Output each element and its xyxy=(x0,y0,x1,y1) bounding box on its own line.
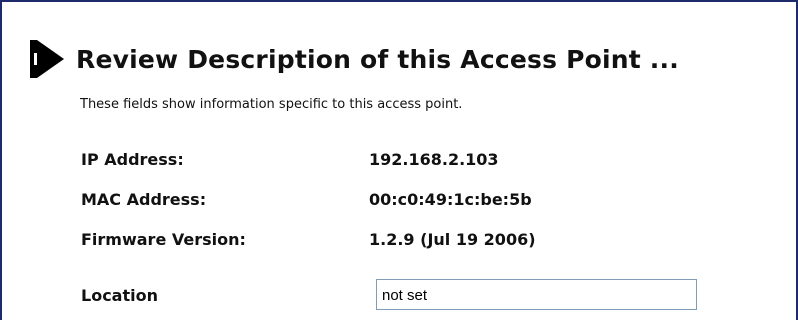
firmware-version-label: Firmware Version: xyxy=(81,230,246,249)
right-arrow-bullet-icon xyxy=(30,40,64,78)
ip-address-label: IP Address: xyxy=(81,150,184,169)
section-title: Review Description of this Access Point … xyxy=(76,44,679,74)
location-input[interactable] xyxy=(376,279,697,310)
section-heading: Review Description of this Access Point … xyxy=(30,40,679,78)
mac-address-value: 00:c0:49:1c:be:5b xyxy=(369,190,532,209)
location-label: Location xyxy=(81,286,158,305)
access-point-description-panel: Review Description of this Access Point … xyxy=(0,0,798,320)
section-intro-text: These fields show information specific t… xyxy=(80,97,463,112)
ip-address-value: 192.168.2.103 xyxy=(369,150,499,169)
firmware-version-value: 1.2.9 (Jul 19 2006) xyxy=(369,230,536,249)
mac-address-label: MAC Address: xyxy=(81,190,207,209)
